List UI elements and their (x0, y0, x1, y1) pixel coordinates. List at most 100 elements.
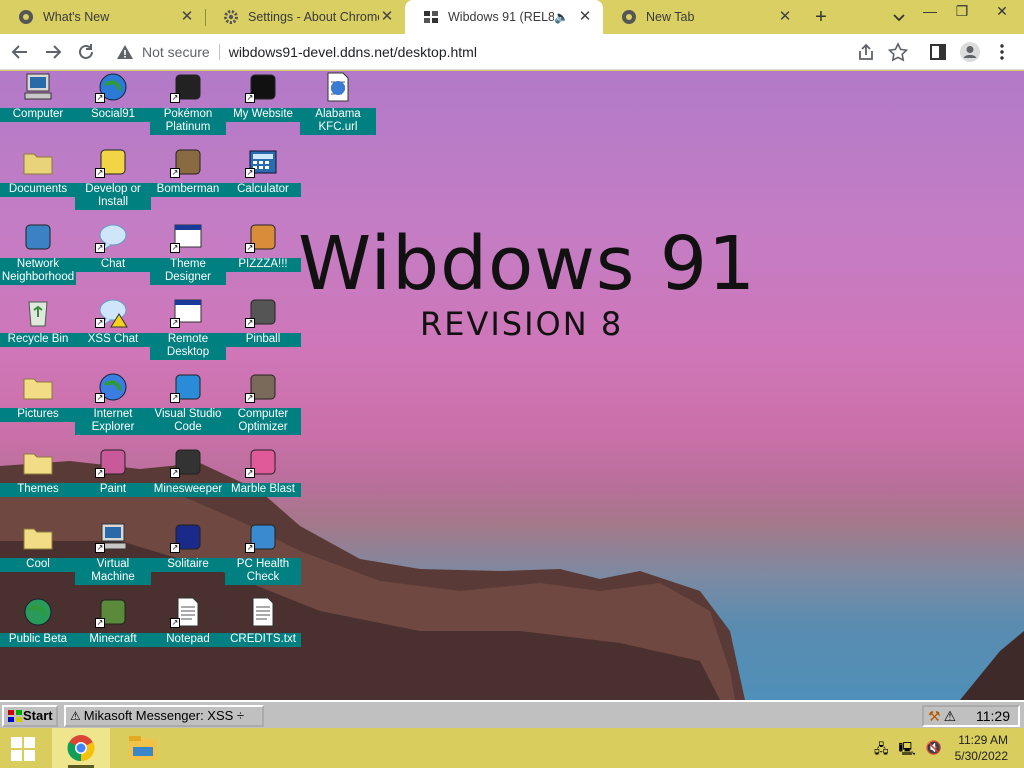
desktop-icon[interactable]: ↗ Marble Blast (225, 446, 301, 521)
chevron-down-icon[interactable] (889, 7, 909, 27)
tab-whats-new[interactable]: What's New ✕ (0, 0, 206, 34)
desktop-icon-label: Computer Optimizer (225, 408, 301, 435)
wibdows-favicon (424, 11, 438, 23)
tab-new-tab[interactable]: New Tab ✕ (603, 0, 803, 34)
desktop-icon[interactable]: CREDITS.txt (225, 596, 301, 671)
address-bar[interactable]: Not secure wibdows91-devel.ddns.net/desk… (108, 38, 920, 66)
new-tab-button[interactable]: + (808, 5, 834, 29)
chrome-icon (622, 10, 636, 24)
folder-icon (23, 378, 53, 400)
desktop-icon-label: Remote Desktop (150, 333, 226, 360)
desktop-icon-label: Theme Designer (150, 258, 226, 285)
desktop-icon-label: Recycle Bin (0, 333, 76, 347)
desktop-icon[interactable]: Pictures (0, 371, 76, 446)
desktop-icon[interactable]: ↗ Paint (75, 446, 151, 521)
desktop-icon[interactable]: Themes (0, 446, 76, 521)
desktop-icon-label: Marble Blast (225, 483, 301, 497)
desktop-icon[interactable]: ↗ Internet Explorer (75, 371, 151, 446)
w91-task-messenger[interactable]: ⚠ Mikasoft Messenger: XSS ÷ (64, 705, 264, 727)
forward-arrow-icon[interactable] (41, 41, 65, 63)
bookmark-star-icon[interactable] (886, 41, 910, 63)
w91-start-button[interactable]: Start (2, 705, 58, 727)
shortcut-arrow-icon: ↗ (245, 168, 255, 178)
desktop-icon-label: Virtual Machine (75, 558, 151, 585)
shortcut-arrow-icon: ↗ (95, 243, 105, 253)
speaker-icon[interactable]: 🔈 (554, 10, 569, 24)
desktop-icon[interactable]: ↗ Pokémon Platinum (150, 71, 226, 146)
desktop-icon[interactable]: ↗ PIZZZA!!! (225, 221, 301, 296)
wibdows-desktop[interactable]: Wibdows 91 REVISION 8 Computer ↗ Social91 ↗… (0, 71, 1024, 700)
desktop-icon[interactable]: ↗ Minesweeper (150, 446, 226, 521)
desktop-icon[interactable]: Documents (0, 146, 76, 221)
tab-wibdows91[interactable]: Wibdows 91 (REL8) 🔈 ✕ (405, 0, 603, 34)
close-window-button[interactable]: ✕ (980, 0, 1024, 24)
profile-avatar-icon[interactable] (958, 41, 982, 63)
w91-task-label: Mikasoft Messenger: XSS ÷ (83, 708, 245, 723)
desktop-icon[interactable]: ↗ Remote Desktop (150, 296, 226, 371)
host-clock[interactable]: 11:29 AM 5/30/2022 (955, 732, 1008, 764)
desktop-icon[interactable]: Computer (0, 71, 76, 146)
documents-folder-icon (23, 153, 53, 175)
hammer-icon[interactable]: ⚒ (928, 708, 941, 725)
desktop-icon[interactable]: ↗ Social91 (75, 71, 151, 146)
tab-title: Wibdows 91 (REL8) (448, 10, 555, 24)
host-date: 5/30/2022 (954, 749, 1008, 763)
shortcut-arrow-icon: ↗ (245, 543, 255, 553)
reload-icon[interactable] (74, 41, 98, 63)
desktop-icon[interactable]: ↗ XSS Chat (75, 296, 151, 371)
desktop-icon[interactable]: ↗ Minecraft (75, 596, 151, 671)
desktop-icon[interactable]: ↗ Calculator (225, 146, 301, 221)
shortcut-arrow-icon: ↗ (95, 93, 105, 103)
share-icon[interactable] (854, 41, 878, 63)
tab-settings[interactable]: Settings - About Chrome ✕ (205, 0, 405, 34)
desktop-icon[interactable]: ↗ Chat (75, 221, 151, 296)
security-label[interactable]: Not secure (142, 44, 210, 60)
desktop-icon[interactable]: ↗ Pinball (225, 296, 301, 371)
desktop-icon[interactable]: Cool (0, 521, 76, 596)
network-warning-icon[interactable]: 🖧 (874, 740, 889, 762)
shortcut-arrow-icon: ↗ (95, 318, 105, 328)
volume-muted-icon[interactable]: 🔇 (926, 740, 942, 762)
desktop-icon[interactable]: Recycle Bin (0, 296, 76, 371)
warning-icon[interactable] (116, 43, 134, 61)
network-icon[interactable]: 🖳 (899, 740, 916, 762)
desktop-icon[interactable]: ↗ Solitaire (150, 521, 226, 596)
desktop-icon[interactable]: ↗ PC Health Check (225, 521, 301, 596)
shortcut-arrow-icon: ↗ (95, 168, 105, 178)
back-arrow-icon[interactable] (8, 41, 32, 63)
desktop-icon-label: Pinball (225, 333, 301, 347)
chrome-icon (19, 10, 33, 24)
desktop-icon[interactable]: Public Beta (0, 596, 76, 671)
beta-globe-icon (24, 598, 52, 626)
desktop-icon[interactable]: ↗ Computer Optimizer (225, 371, 301, 446)
internet-shortcut-icon (327, 72, 349, 102)
text-file-icon (252, 597, 274, 627)
w91-system-tray: ⚒ ⚠ 11:29 (922, 705, 1020, 727)
close-tab-icon[interactable]: ✕ (379, 9, 395, 25)
desktop-icon[interactable]: Alabama KFC.url (300, 71, 376, 146)
desktop-icon[interactable]: ↗ Bomberman (150, 146, 226, 221)
host-app-chrome[interactable] (52, 728, 110, 768)
desktop-icon[interactable]: ↗ Visual Studio Code (150, 371, 226, 446)
desktop-icon-label: Chat (75, 258, 151, 272)
network-icon (25, 224, 51, 250)
desktop-icon[interactable]: ↗ Theme Designer (150, 221, 226, 296)
wibdows-logo-subtitle: REVISION 8 (420, 305, 624, 343)
desktop-icon[interactable]: Network Neighborhood (0, 221, 76, 296)
close-tab-icon[interactable]: ✕ (179, 9, 195, 25)
url-text[interactable]: wibdows91-devel.ddns.net/desktop.html (229, 44, 477, 60)
desktop-icon[interactable]: ↗ My Website (225, 71, 301, 146)
close-tab-icon[interactable]: ✕ (777, 9, 793, 25)
host-app-file-explorer[interactable] (114, 728, 172, 768)
desktop-icon[interactable]: ↗ Notepad (150, 596, 226, 671)
warning-icon[interactable]: ⚠ (944, 708, 957, 725)
desktop-icon[interactable]: ↗ Virtual Machine (75, 521, 151, 596)
minimize-button[interactable]: — (912, 0, 948, 24)
file-explorer-icon (129, 736, 157, 760)
desktop-icon[interactable]: ↗ Develop or Install (75, 146, 151, 221)
close-tab-icon[interactable]: ✕ (577, 9, 593, 25)
windows-start-icon[interactable] (10, 736, 36, 762)
menu-kebab-icon[interactable] (990, 41, 1014, 63)
side-panel-icon[interactable] (926, 41, 950, 63)
restore-button[interactable]: ❐ (944, 0, 980, 24)
